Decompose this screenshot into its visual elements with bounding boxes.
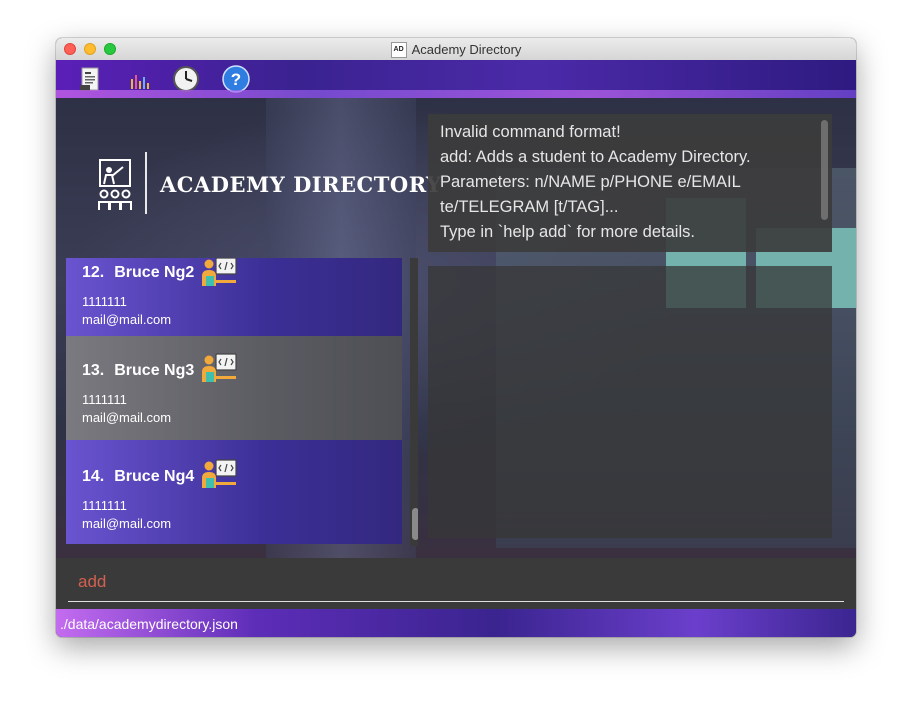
command-input[interactable] [68,566,844,598]
command-underline [68,601,844,602]
window-title-text: Academy Directory [411,42,522,58]
student-email: mail@mail.com [82,410,172,425]
chart-icon [131,75,149,89]
student-phone: 1111111 [82,498,127,513]
app-logo: ACADEMY DIRECTORY [96,152,441,218]
student-index: 12. [82,264,105,281]
student-name: 12. Bruce Ng2 [82,264,194,282]
teacher-icon [98,159,132,210]
app-window: AD Academy Directory ? ACADEMY DIRECTORY… [56,38,856,637]
student-name-text: Bruce Ng4 [114,468,195,485]
student-phone: 1111111 [82,392,127,407]
student-index: 14. [82,468,105,485]
result-line: Invalid command format! [440,123,621,141]
result-display[interactable]: Invalid command format! add: Adds a stud… [428,114,832,252]
main-area: ACADEMY DIRECTORY Invalid command format… [56,98,856,558]
clock-icon [173,66,199,92]
help-icon: ? [222,65,250,93]
file-menu-button[interactable] [76,65,104,93]
student-phone: 1111111 [82,294,127,309]
save-location: ./data/academydirectory.json [60,616,238,632]
student-card-selected[interactable]: 13. Bruce Ng3 1111111 mail@mail.com [66,336,402,440]
visualize-menu-button[interactable] [126,65,154,93]
visualizer-panel [428,266,832,538]
result-line: add: Adds a student to Academy Directory… [440,148,751,166]
command-box [56,558,856,609]
svg-text:?: ? [231,70,241,89]
window-title: AD Academy Directory [56,41,856,58]
menu-bar: ? [56,60,856,98]
student-email: mail@mail.com [82,312,172,327]
student-email: mail@mail.com [82,516,172,531]
student-list[interactable]: 12. Bruce Ng2 1111111 mail@mail.com 13. Br… [66,258,418,546]
student-name: 14. Bruce Ng4 [82,468,194,486]
student-index: 13. [82,362,105,379]
result-line: Parameters: n/NAME p/PHONE e/EMAIL [440,173,741,191]
student-coding-icon [202,258,237,286]
app-icon: AD [390,41,407,58]
list-scrollbar-thumb[interactable] [412,508,418,540]
student-name-text: Bruce Ng3 [114,362,195,379]
help-menu-button[interactable]: ? [222,65,250,93]
student-name: 13. Bruce Ng3 [82,362,194,380]
result-line: te/TELEGRAM [t/TAG]... [440,198,619,216]
logo-divider [145,152,147,214]
file-icon [80,67,99,91]
history-menu-button[interactable] [172,65,200,93]
student-coding-icon [202,459,237,488]
student-name-text: Bruce Ng2 [114,264,195,281]
title-bar: AD Academy Directory [56,38,856,61]
logo-text: ACADEMY DIRECTORY [160,172,442,197]
result-line: Type in `help add` for more details. [440,223,695,241]
list-scrollbar-track[interactable] [410,258,418,546]
result-scrollbar[interactable] [821,120,828,220]
student-coding-icon [202,353,237,382]
status-bar: ./data/academydirectory.json [56,609,856,637]
student-card[interactable]: 12. Bruce Ng2 1111111 mail@mail.com [66,258,402,336]
student-card[interactable]: 14. Bruce Ng4 1111111 mail@mail.com [66,440,402,544]
